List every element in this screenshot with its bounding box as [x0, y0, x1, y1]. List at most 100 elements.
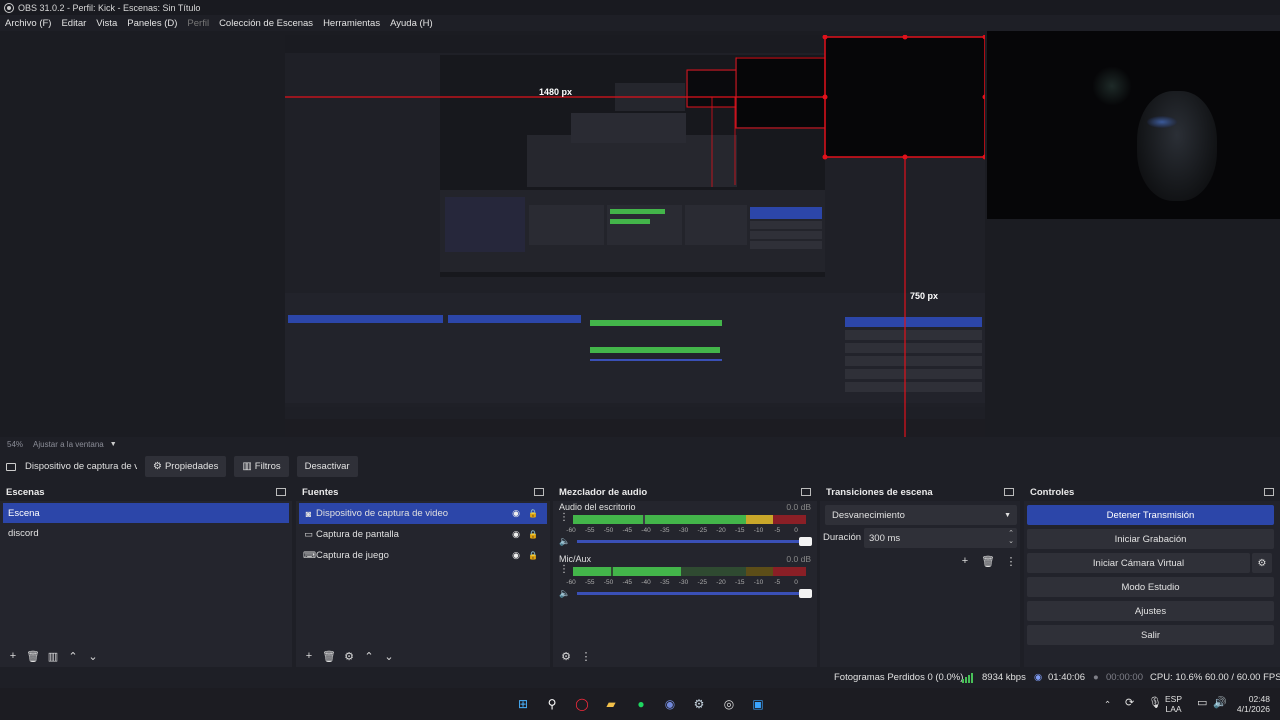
filter-icon[interactable]: ▥ — [44, 647, 62, 665]
lock-icon[interactable]: 🔒 — [528, 551, 538, 560]
obs-taskbar-icon[interactable]: ◎ — [721, 696, 737, 712]
gear-icon: ⚙ — [153, 461, 162, 472]
channel-db: 0.0 dB — [786, 502, 811, 512]
spin-arrows-icon[interactable]: ⌃ ⌄ — [1008, 530, 1014, 546]
microphone-icon[interactable]: 🎙 — [1148, 698, 1162, 709]
add-source-button[interactable]: + — [300, 647, 318, 665]
stop-stream-button[interactable]: Detener Transmisión — [1027, 505, 1274, 525]
language-indicator[interactable]: ESP LAA — [1165, 694, 1182, 714]
eye-icon[interactable]: ◉ — [512, 529, 520, 540]
undock-icon[interactable] — [801, 488, 811, 496]
start-virtual-cam-button[interactable]: Iniciar Cámara Virtual — [1027, 553, 1250, 573]
menu-ayuda[interactable]: Ayuda (H) — [390, 18, 433, 29]
eye-icon[interactable]: ◉ — [512, 550, 520, 561]
volume-icon[interactable]: 🔊 — [1213, 698, 1227, 709]
app-icon[interactable]: ▣ — [750, 696, 766, 712]
meter-tick-label: 0 — [794, 579, 798, 586]
gear-icon[interactable]: ⚙ — [1252, 553, 1272, 573]
folder-icon[interactable]: ▰ — [603, 696, 619, 712]
studio-mode-button[interactable]: Modo Estudio — [1027, 577, 1274, 597]
duration-label: Duración — [823, 532, 862, 543]
trash-icon[interactable]: 🗑 — [978, 552, 998, 570]
menu-paneles[interactable]: Paneles (D) — [127, 18, 177, 29]
lang-top: ESP — [1165, 694, 1183, 704]
steam-icon[interactable]: ⚙ — [691, 696, 707, 712]
chevron-up-icon[interactable]: ⌃ — [1104, 699, 1111, 709]
search-icon[interactable]: ⚲ — [544, 696, 560, 712]
clock[interactable]: 02:48 4/1/2026 — [1234, 694, 1270, 714]
window-titlebar: OBS 31.0.2 - Perfil: Kick - Escenas: Sin… — [0, 0, 1280, 15]
filters-button[interactable]: ▥ Filtros — [234, 456, 289, 477]
speaker-icon[interactable]: 🔈 — [559, 536, 573, 547]
source-item-video-capture[interactable]: ◙ Dispositivo de captura de video ◉ 🔒 — [299, 503, 547, 524]
scene-item-discord[interactable]: discord — [3, 523, 289, 543]
lock-icon[interactable]: 🔒 — [528, 530, 538, 539]
add-transition-button[interactable]: + — [955, 552, 975, 570]
windows-taskbar: ⊞ ⚲ ◯ ▰ ● ◉ ⚙ ◎ ▣ ⌃ ⟳ 🎙 ESP LAA ▭ 🔊 02:48… — [0, 688, 1280, 720]
meter-tick-label: -35 — [660, 579, 670, 586]
undock-icon[interactable] — [276, 488, 286, 496]
more-options-icon[interactable]: ⋮ — [559, 513, 569, 523]
menu-herramientas[interactable]: Herramientas — [323, 18, 380, 29]
cpu-usage: CPU: 10.6% — [1150, 672, 1203, 683]
move-down-icon[interactable]: ⌄ — [380, 647, 398, 665]
transitions-dock: Transiciones de escena Desvanecimiento ▼ … — [820, 483, 1020, 667]
more-options-icon[interactable]: ⋮ — [559, 565, 569, 575]
duration-input[interactable]: 300 ms ⌃ ⌄ — [864, 528, 1017, 548]
discord-icon[interactable]: ◉ — [662, 696, 678, 712]
meter-tick-label: -25 — [697, 579, 707, 586]
settings-button[interactable]: Ajustes — [1027, 601, 1274, 621]
trash-icon[interactable]: 🗑 — [320, 647, 338, 665]
volume-slider[interactable] — [577, 536, 812, 546]
move-up-icon[interactable]: ⌃ — [360, 647, 378, 665]
menu-bar: Archivo (F) Editar Vista Paneles (D) Per… — [0, 15, 1280, 31]
speaker-icon[interactable]: 🔈 — [559, 588, 573, 599]
source-item-screen-capture[interactable]: ▭ Captura de pantalla ◉ 🔒 — [299, 524, 547, 545]
scene-item-escena[interactable]: Escena — [3, 503, 289, 523]
meter-tick-label: -10 — [753, 579, 764, 586]
meter-tick-label: -50 — [603, 527, 614, 534]
controls-dock: Controles Detener Transmisión Iniciar Gr… — [1024, 483, 1280, 667]
meter-tick-label: -25 — [697, 527, 707, 534]
meter-tick-label: -20 — [716, 527, 726, 534]
deactivate-button[interactable]: Desactivar — [296, 456, 358, 477]
exit-button[interactable]: Salir — [1027, 625, 1274, 645]
lock-icon[interactable]: 🔒 — [528, 509, 538, 518]
menu-vista[interactable]: Vista — [96, 18, 117, 29]
opera-icon[interactable]: ◯ — [574, 696, 590, 712]
menu-archivo[interactable]: Archivo (F) — [5, 18, 51, 29]
sync-icon[interactable]: ⟳ — [1125, 698, 1134, 709]
zoom-mode-select[interactable]: Ajustar a la ventana — [33, 440, 104, 449]
chevron-down-icon[interactable]: ▼ — [110, 441, 117, 448]
add-scene-button[interactable]: + — [4, 647, 22, 665]
properties-button[interactable]: ⚙ Propiedades — [145, 456, 227, 477]
eye-icon[interactable]: ◉ — [512, 508, 520, 519]
more-options-icon[interactable]: ⋮ — [577, 647, 595, 665]
network-icon[interactable]: ▭ — [1197, 698, 1207, 709]
trash-icon[interactable]: 🗑 — [24, 647, 42, 665]
menu-editar[interactable]: Editar — [61, 18, 86, 29]
source-toolbar: Dispositivo de captura de v ⚙ Propiedades… — [0, 454, 1280, 479]
selected-source-name: Dispositivo de captura de v — [25, 461, 137, 472]
meter-tick-label: -20 — [716, 579, 726, 586]
preview-canvas[interactable]: 1480 px 750 px — [0, 31, 1280, 437]
meter-tick-label: -15 — [735, 527, 745, 534]
gear-icon[interactable]: ⚙ — [340, 647, 358, 665]
meter-tick-label: -30 — [678, 579, 689, 586]
transition-select[interactable]: Desvanecimiento ▼ — [825, 505, 1017, 525]
meter-tick-label: -30 — [678, 527, 689, 534]
meter-tick-label: -10 — [753, 527, 764, 534]
advanced-audio-icon[interactable]: ⚙ — [557, 647, 575, 665]
spotify-icon[interactable]: ● — [633, 696, 649, 712]
volume-slider[interactable] — [577, 588, 812, 598]
move-up-icon[interactable]: ⌃ — [64, 647, 82, 665]
more-options-icon[interactable]: ⋮ — [1001, 552, 1021, 570]
start-recording-button[interactable]: Iniciar Grabación — [1027, 529, 1274, 549]
move-down-icon[interactable]: ⌄ — [84, 647, 102, 665]
windows-start-icon[interactable]: ⊞ — [515, 696, 531, 712]
menu-coleccion-escenas[interactable]: Colección de Escenas — [219, 18, 313, 29]
undock-icon[interactable] — [534, 488, 544, 496]
source-item-game-capture[interactable]: ⌨ Captura de juego ◉ 🔒 — [299, 545, 547, 566]
scenes-title: Escenas — [6, 486, 45, 498]
nested-obs-capture: 1480 px 750 px — [285, 35, 985, 437]
